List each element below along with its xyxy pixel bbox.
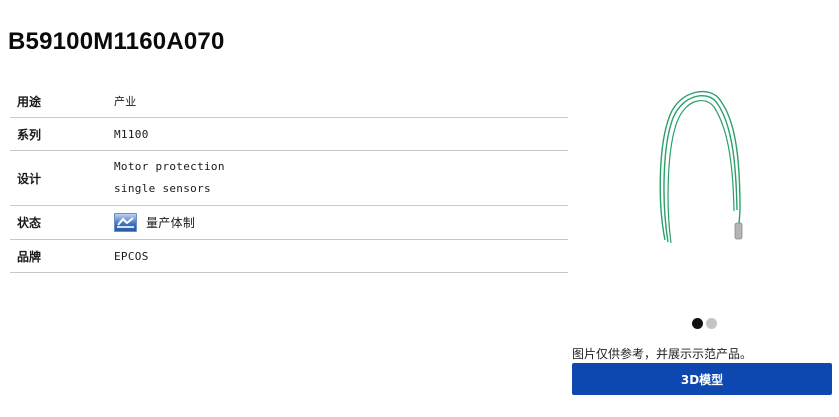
spec-value: 量产体制 — [114, 213, 568, 232]
spec-label: 品牌 — [17, 249, 42, 264]
spec-row-status: 状态 量产体制 — [10, 206, 568, 240]
spec-value-line: Motor protection — [114, 160, 225, 173]
spec-value: 产业 — [114, 95, 137, 108]
gallery-pagination — [692, 318, 717, 329]
3d-model-button[interactable]: 3D模型 — [572, 363, 832, 395]
status-text: 量产体制 — [146, 216, 196, 230]
spec-row-design: 设计 Motor protection single sensors — [10, 151, 568, 206]
sensor-wire-image — [659, 90, 743, 244]
production-status-icon — [114, 213, 137, 232]
spec-table: 用途 产业 系列 M1100 设计 Motor protection singl… — [10, 85, 568, 273]
spec-label: 系列 — [17, 127, 42, 142]
spec-value: Motor protection single sensors — [114, 156, 568, 200]
product-image[interactable] — [640, 85, 770, 255]
image-caption: 图片仅供参考，并展示示范产品。 — [572, 347, 753, 361]
page-title: B59100M1160A070 — [8, 28, 225, 55]
spec-row-application: 用途 产业 — [10, 85, 568, 118]
spec-value: M1100 — [114, 127, 149, 141]
spec-label: 用途 — [17, 94, 42, 109]
spec-label: 设计 — [17, 171, 42, 186]
spec-row-series: 系列 M1100 — [10, 118, 568, 151]
spec-label: 状态 — [17, 216, 42, 230]
spec-value-line: single sensors — [114, 182, 211, 195]
spec-value: EPCOS — [114, 249, 149, 263]
spec-row-brand: 品牌 EPCOS — [10, 240, 568, 273]
gallery-dot[interactable] — [706, 318, 717, 329]
gallery-dot-active[interactable] — [692, 318, 703, 329]
